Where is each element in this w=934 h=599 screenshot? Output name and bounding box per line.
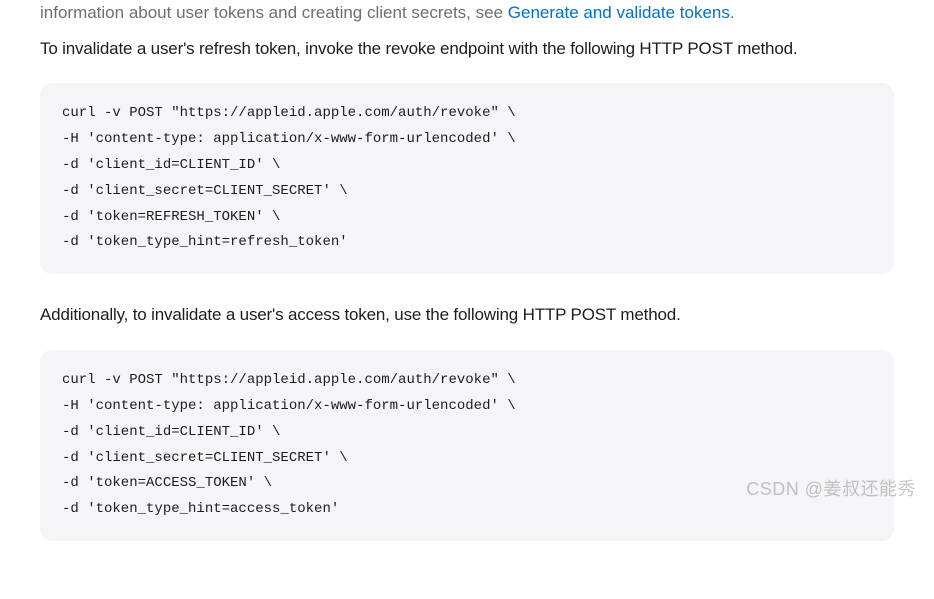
- truncated-context-line: information about user tokens and creati…: [40, 0, 894, 26]
- truncated-text: information about user tokens and creati…: [40, 3, 508, 22]
- code-block-access-token: curl -v POST "https://appleid.apple.com/…: [40, 350, 894, 541]
- paragraph-revoke-access: Additionally, to invalidate a user's acc…: [40, 302, 894, 328]
- code-block-refresh-token: curl -v POST "https://appleid.apple.com/…: [40, 83, 894, 274]
- paragraph-revoke-refresh: To invalidate a user's refresh token, in…: [40, 36, 894, 62]
- doc-content: information about user tokens and creati…: [0, 0, 934, 599]
- doc-link-generate-tokens[interactable]: Generate and validate tokens: [508, 3, 730, 22]
